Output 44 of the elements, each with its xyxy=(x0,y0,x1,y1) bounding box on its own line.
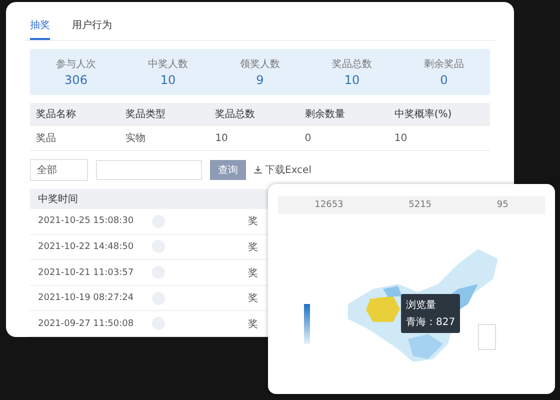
stat-value: 306 xyxy=(64,73,88,87)
stat-label: 参与人次 xyxy=(56,58,96,71)
stat-label: 领奖人数 xyxy=(240,58,280,71)
win-time: 2021-10-21 11:03:57 xyxy=(38,268,135,278)
legend-box-icon xyxy=(478,324,496,350)
stat-value: 10 xyxy=(344,73,360,87)
win-time: 2021-09-27 11:50:08 xyxy=(38,318,135,329)
stat-label: 奖品总数 xyxy=(332,58,372,71)
table-cell-text: 10 xyxy=(394,132,408,144)
column-header: 奖品名称 xyxy=(36,108,77,121)
tooltip-title: 浏览量 xyxy=(406,298,437,312)
column-header: 剩余数量 xyxy=(304,108,346,121)
tooltip-value: 青海：827 xyxy=(406,316,456,329)
column-header: 中奖时间 xyxy=(38,192,78,206)
table-cell-text: 奖 xyxy=(248,266,259,280)
tab[interactable]: 用户行为 xyxy=(72,14,112,40)
table-cell-text: 奖 xyxy=(248,318,259,331)
stat-label: 剩余奖品 xyxy=(424,58,464,71)
stat-value: 0 xyxy=(440,73,448,87)
column-header: 中奖概率(%) xyxy=(394,108,453,121)
legend-bar-icon xyxy=(304,304,310,344)
stat-value: 5215 xyxy=(408,200,432,210)
stat-value: 9 xyxy=(256,73,264,87)
search-field[interactable] xyxy=(96,160,202,180)
win-time: 2021-10-25 15:08:30 xyxy=(38,216,135,226)
tab[interactable]: 抽奖 xyxy=(30,14,50,40)
filter-dropdown[interactable]: 全部 xyxy=(30,159,88,181)
table-cell-text: 奖品 xyxy=(36,132,57,145)
stat-value: 12653 xyxy=(314,200,344,210)
table-cell-text: 0 xyxy=(304,132,312,144)
stat-value: 10 xyxy=(160,73,176,87)
win-time: 2021-10-22 14:48:50 xyxy=(38,242,135,252)
table-cell-text: 10 xyxy=(215,132,229,144)
download-icon xyxy=(254,166,262,174)
table-cell-text: 奖 xyxy=(248,215,259,228)
stat-label: 中奖人数 xyxy=(148,58,188,71)
column-header: 奖品总数 xyxy=(215,108,256,121)
stat-value: 95 xyxy=(496,200,508,210)
table-cell-text: 奖 xyxy=(248,292,259,306)
win-time: 2021-10-19 08:27:24 xyxy=(38,293,135,304)
download-link[interactable]: 下载Excel xyxy=(254,163,312,177)
table-cell-text: 奖 xyxy=(248,240,259,254)
table-cell-text: 实物 xyxy=(126,132,147,145)
column-header: 奖品类型 xyxy=(126,108,167,121)
